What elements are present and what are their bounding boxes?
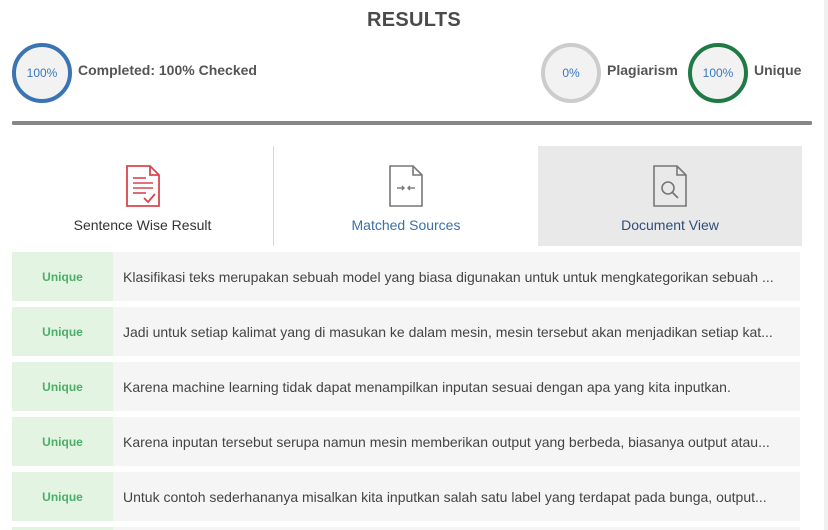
tab-document-view[interactable]: Document View — [538, 146, 802, 246]
completed-value: 100% — [26, 66, 58, 80]
status-badge: Unique — [12, 307, 113, 356]
status-badge: Unique — [12, 362, 113, 411]
result-row[interactable]: Unique Karena machine learning tidak dap… — [12, 362, 800, 411]
plagiarism-value: 0% — [562, 66, 580, 80]
result-row[interactable]: Unique Jadi untuk setiap kalimat yang di… — [12, 307, 800, 356]
sentence-text: Jadi untuk setiap kalimat yang di masuka… — [123, 323, 773, 340]
sentence-text: Klasifikasi teks merupakan sebuah model … — [123, 268, 774, 285]
vertical-scrollbar[interactable] — [824, 0, 828, 530]
unique-label: Unique — [754, 62, 802, 78]
sentence-text: Untuk contoh sederhananya misalkan kita … — [123, 488, 767, 505]
sentence-text: Karena inputan tersebut serupa namun mes… — [123, 433, 770, 450]
tab-matched-sources-label: Matched Sources — [351, 217, 461, 233]
completed-progress-circle: 100% — [12, 43, 72, 103]
result-row[interactable]: Unique Karena inputan tersebut serupa na… — [12, 417, 800, 466]
tab-sentence-wise-result[interactable]: Sentence Wise Result — [12, 146, 274, 246]
unique-circle: 100% — [688, 43, 748, 103]
plagiarism-label: Plagiarism — [607, 62, 678, 78]
results-title: RESULTS — [367, 9, 461, 31]
status-badge: Unique — [12, 417, 113, 466]
progress-divider — [12, 121, 812, 125]
tab-matched-sources[interactable]: Matched Sources — [274, 146, 538, 246]
unique-value: 100% — [702, 66, 734, 80]
document-check-icon — [125, 165, 160, 207]
document-search-icon — [653, 165, 687, 207]
results-list: Unique Klasifikasi teks merupakan sebuah… — [12, 252, 800, 530]
sentence-text: Karena machine learning tidak dapat mena… — [123, 378, 731, 395]
result-tabs: Sentence Wise Result Matched Sources Doc… — [12, 146, 802, 246]
document-compare-icon — [389, 165, 423, 207]
result-row[interactable]: Unique Untuk contoh sederhananya misalka… — [12, 472, 800, 521]
status-badge: Unique — [12, 472, 113, 521]
status-badge: Unique — [12, 252, 113, 301]
tab-sentence-wise-label: Sentence Wise Result — [73, 217, 212, 233]
tab-document-view-label: Document View — [621, 217, 719, 233]
plagiarism-circle: 0% — [541, 43, 601, 103]
result-row[interactable]: Unique Klasifikasi teks merupakan sebuah… — [12, 252, 800, 301]
completed-label: Completed: 100% Checked — [78, 62, 257, 78]
